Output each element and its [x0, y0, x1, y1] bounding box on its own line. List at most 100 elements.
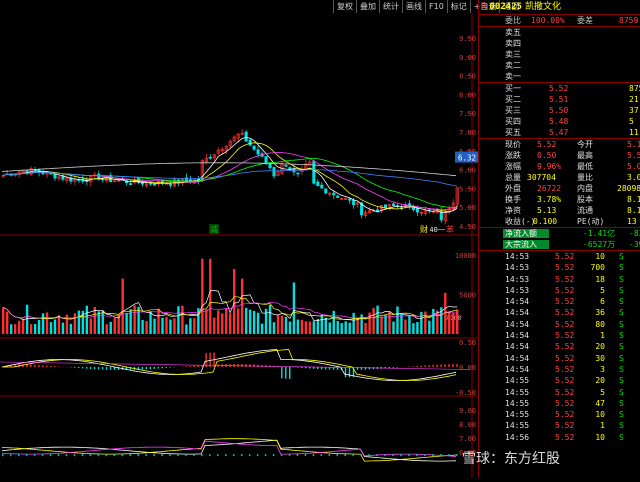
toolbar-button[interactable]: 复权 — [333, 0, 356, 13]
toolbar-button[interactable]: 画线 — [402, 0, 425, 13]
tick-row: 14:55 5.52 5 S — [479, 387, 640, 398]
bottom-indicator-dot — [97, 454, 100, 457]
sell-level-label: 卖三 — [505, 50, 521, 59]
stock-code: 002425 — [489, 2, 522, 12]
kline-chart-svg[interactable]: 9.509.008.508.007.507.006.506.005.505.00… — [0, 14, 478, 478]
tick-price: 5.52 — [555, 331, 575, 341]
buy-price: 5.50 — [549, 106, 569, 115]
toolbar-button[interactable]: F10 — [425, 0, 447, 13]
diff-label: 委差 — [577, 16, 593, 25]
candle-body — [415, 208, 419, 213]
candle-body — [324, 188, 328, 194]
diff-value: 8759 — [619, 16, 639, 25]
price-tick-label: 5.00 — [459, 204, 476, 212]
bottom-indicator-dot — [73, 454, 76, 457]
volume-bar — [308, 321, 312, 334]
tick-volume: 36 — [595, 308, 605, 318]
bottom-indicator-dot — [424, 454, 426, 457]
macd-line — [1, 349, 457, 381]
volume-bar — [252, 310, 256, 334]
bottom-indicator-dot — [288, 454, 291, 457]
candle-body — [332, 192, 336, 196]
stat-label: 收益(-) — [505, 217, 536, 226]
stat-value: 0.100 — [533, 217, 558, 226]
candle-body — [168, 184, 173, 186]
tick-time: 14:53 — [505, 285, 530, 295]
volume-bar — [153, 318, 156, 334]
buy-volume: 21 — [629, 95, 639, 104]
volume-bar — [236, 308, 240, 334]
kline-chart-area[interactable]: 9.509.008.508.007.507.006.506.005.505.00… — [0, 14, 478, 478]
sell-level-label: 卖二 — [505, 61, 521, 70]
bottom-indicator-dot — [344, 454, 347, 457]
tick-price: 5.52 — [555, 364, 575, 374]
bottom-indicator-dot — [448, 454, 450, 457]
tick-time: 14:55 — [505, 421, 530, 431]
stat-row: 涨幅 9.96% 最低 5.0 — [479, 161, 640, 172]
candle-body — [296, 172, 300, 175]
toolbar-button[interactable]: 标记 — [446, 0, 470, 13]
tick-side: S — [619, 432, 624, 442]
tick-row: 14:56 5.52 10 S — [479, 432, 640, 443]
toolbar-button[interactable]: 统计 — [379, 0, 402, 13]
price-tick-label: 4.50 — [459, 223, 476, 231]
bottom-indicator-dot — [65, 454, 68, 457]
macd-tick-label: -0.50 — [455, 389, 476, 397]
volume-bar — [448, 311, 451, 334]
buy-volume: 11 — [629, 128, 639, 137]
candle-body — [117, 180, 121, 182]
volume-bar — [392, 321, 395, 334]
tick-price: 5.52 — [555, 421, 575, 431]
stat-value: 5.5 — [627, 151, 640, 160]
volume-bar — [280, 315, 284, 334]
stat-label: 最高 — [577, 151, 593, 160]
flow-value: -1.41亿 — [583, 229, 616, 238]
tick-price: 5.52 — [555, 410, 575, 420]
buy-volume: 8759 — [629, 84, 640, 93]
candle-body — [256, 149, 260, 155]
volume-bar — [25, 304, 29, 334]
stat-row: 换手 3.78% 股本 8.14 — [479, 194, 640, 205]
volume-bar — [21, 318, 25, 334]
candle-body — [53, 173, 57, 179]
stat-row: 涨跌 0.50 最高 5.5 — [479, 150, 640, 161]
ratio-label: 委比 — [505, 16, 521, 25]
tick-price: 5.52 — [555, 319, 575, 329]
buy-level-row: 买五 5.47 11 — [479, 127, 640, 138]
tick-row: 14:54 5.52 1 S — [479, 330, 640, 341]
bottom-indicator-dot — [328, 454, 331, 457]
macd-tick-label: 0.50 — [459, 339, 476, 347]
volume-bar — [33, 324, 37, 334]
tick-side: S — [619, 376, 624, 386]
order-ratio-row: 委比 100.00% 委差 8759 — [479, 14, 640, 26]
bottom-indicator-dot — [145, 454, 147, 457]
volume-bar — [173, 318, 176, 334]
volume-bar — [17, 320, 21, 334]
volume-bar — [304, 321, 308, 334]
volume-bar — [320, 314, 324, 334]
volume-bar — [149, 311, 152, 334]
tick-side: S — [619, 319, 624, 329]
r-mark: R — [481, 2, 487, 12]
bottom-indicator-dot — [320, 454, 323, 457]
buy-volume: 37 — [629, 106, 639, 115]
volume-bar — [340, 323, 343, 334]
volume-bar — [193, 318, 196, 334]
bottom-indicator-dot — [392, 454, 394, 457]
bottom-indicator-dot — [440, 454, 442, 457]
volume-bar — [452, 313, 455, 334]
tick-volume: 700 — [590, 263, 605, 273]
toolbar-button[interactable]: 叠加 — [356, 0, 379, 13]
candle-body — [149, 182, 153, 185]
tick-list[interactable]: 14:53 5.52 10 S 14:53 5.52 700 S 14:53 5.52 18 S 14:… — [479, 250, 640, 443]
volume-bar — [272, 322, 276, 334]
volume-bar — [97, 311, 100, 334]
volume-bar — [229, 313, 232, 334]
tick-side: S — [619, 398, 624, 408]
tick-row: 14:54 5.52 36 S — [479, 307, 640, 318]
volume-bar — [213, 317, 216, 334]
stat-label: 涨幅 — [505, 162, 521, 171]
volume-bar — [404, 319, 407, 334]
tick-volume: 20 — [595, 342, 605, 352]
volume-bar — [324, 317, 327, 334]
